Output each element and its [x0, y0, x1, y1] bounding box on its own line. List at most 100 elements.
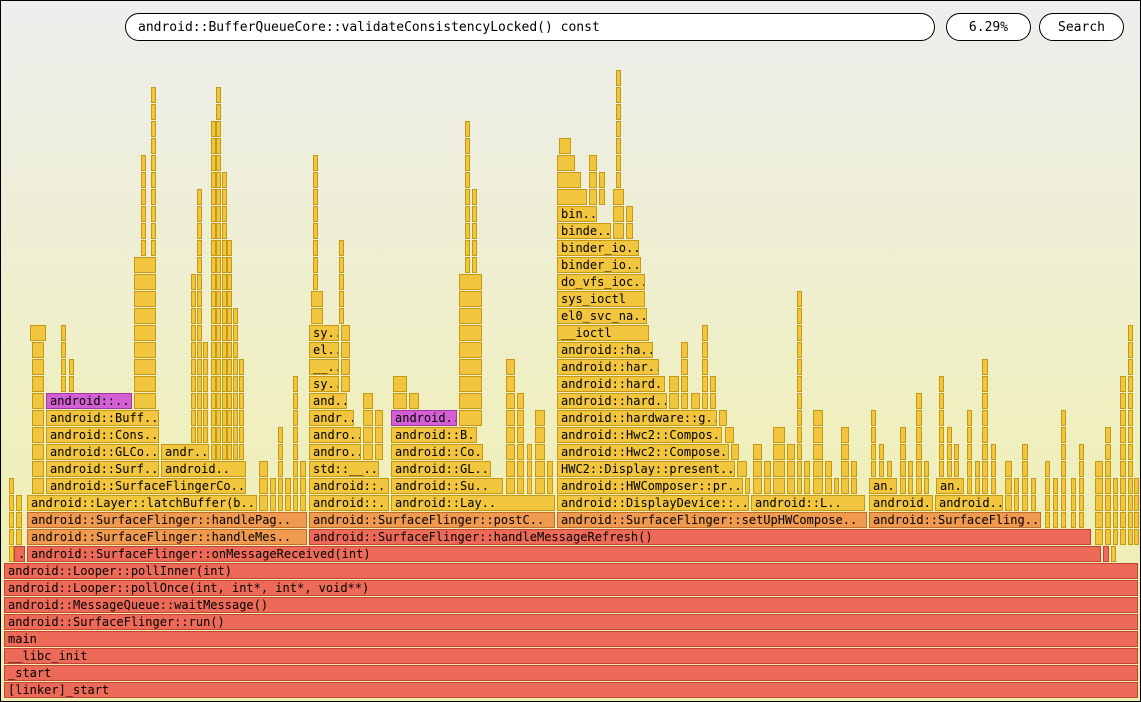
flame-frame[interactable] [300, 461, 306, 477]
flame-frame[interactable] [278, 495, 283, 511]
flame-frame[interactable] [1105, 478, 1111, 494]
flame-frame[interactable] [216, 274, 221, 290]
flame-frame[interactable] [313, 206, 318, 222]
flame-frame[interactable] [197, 291, 202, 307]
flame-frame[interactable] [613, 189, 624, 205]
flame-frame[interactable] [797, 393, 802, 409]
flame-frame[interactable]: binde.. [557, 223, 611, 239]
flame-frame[interactable] [599, 189, 605, 205]
flame-frame[interactable] [1128, 376, 1133, 392]
flame-frame[interactable] [197, 427, 202, 443]
flame-frame[interactable] [313, 223, 318, 239]
flame-frame[interactable] [472, 206, 477, 222]
flame-frame[interactable] [222, 223, 227, 239]
flame-frame[interactable] [32, 393, 44, 409]
flame-frame[interactable] [1103, 546, 1109, 562]
flame-frame[interactable] [1113, 478, 1118, 494]
flame-frame[interactable] [9, 512, 14, 528]
flame-frame[interactable] [939, 427, 944, 443]
flame-frame[interactable] [916, 427, 922, 443]
flame-frame[interactable] [191, 393, 196, 409]
flame-frame[interactable] [517, 461, 524, 477]
flame-frame[interactable] [1005, 461, 1012, 477]
flame-frame[interactable] [527, 444, 532, 460]
flame-frame[interactable] [1045, 461, 1050, 477]
flame-frame[interactable] [939, 410, 944, 426]
flame-frame[interactable] [527, 461, 532, 477]
flame-frame[interactable] [1134, 512, 1139, 528]
flame-frame[interactable] [616, 121, 621, 137]
flame-frame[interactable] [1134, 529, 1139, 545]
flame-frame[interactable] [227, 444, 232, 460]
flame-frame[interactable] [879, 461, 884, 477]
flame-frame[interactable] [982, 444, 988, 460]
flame-frame[interactable] [1095, 529, 1103, 545]
flame-frame[interactable] [841, 427, 849, 443]
flame-frame[interactable] [535, 410, 545, 426]
flame-frame[interactable] [459, 291, 482, 307]
flame-frame[interactable] [967, 444, 972, 460]
flame-frame[interactable] [900, 444, 906, 460]
flame-frame[interactable] [982, 359, 988, 375]
flame-frame[interactable] [773, 461, 785, 477]
flame-frame[interactable] [991, 461, 996, 477]
flame-frame[interactable] [1061, 444, 1066, 460]
flame-frame[interactable] [216, 257, 221, 273]
flame-frame[interactable] [216, 206, 221, 222]
flame-frame[interactable] [465, 257, 470, 273]
flame-frame[interactable] [871, 461, 876, 477]
flame-frame[interactable] [409, 393, 419, 409]
flame-frame[interactable] [227, 393, 232, 409]
flame-frame[interactable] [879, 444, 884, 460]
flame-frame[interactable] [982, 376, 988, 392]
flame-frame[interactable] [278, 444, 283, 460]
flame-frame[interactable]: android::.. [46, 393, 132, 409]
flame-frame[interactable] [472, 257, 477, 273]
flame-frame[interactable] [1128, 495, 1133, 511]
flame-frame[interactable] [967, 478, 972, 494]
flame-frame[interactable]: android::L.. [751, 495, 865, 511]
flame-frame[interactable] [459, 342, 482, 358]
flame-frame[interactable]: __.. [309, 359, 339, 375]
flame-frame[interactable] [313, 189, 318, 205]
flame-frame[interactable] [1061, 410, 1066, 426]
flame-frame[interactable] [787, 444, 795, 460]
flame-frame[interactable] [547, 478, 553, 494]
flame-frame[interactable]: android.. [869, 495, 933, 511]
flame-frame[interactable]: android.. [161, 461, 246, 477]
flame-frame[interactable] [1113, 529, 1118, 545]
flame-frame[interactable] [947, 461, 952, 477]
flame-frame[interactable]: android.. [391, 410, 457, 426]
flame-frame[interactable] [151, 87, 156, 103]
flame-frame[interactable] [259, 461, 268, 477]
flame-frame[interactable] [465, 206, 470, 222]
flame-frame[interactable] [834, 478, 839, 494]
flame-frame[interactable]: std::__.. [309, 461, 379, 477]
flame-frame[interactable] [982, 461, 988, 477]
flame-frame[interactable] [216, 104, 221, 120]
flame-frame[interactable] [216, 342, 221, 358]
flame-frame[interactable] [141, 206, 146, 222]
flame-frame[interactable] [341, 342, 350, 358]
flame-frame[interactable] [191, 359, 196, 375]
flame-frame[interactable] [557, 189, 587, 205]
flame-frame[interactable] [797, 410, 802, 426]
flame-frame[interactable] [191, 291, 196, 307]
flame-frame[interactable]: android::SurfaceFlinger::setUpHWCompose.… [557, 512, 867, 528]
flame-frame[interactable]: __libc_init [4, 648, 1138, 664]
flame-frame[interactable] [1079, 444, 1084, 460]
flame-frame[interactable] [151, 138, 156, 154]
flame-frame[interactable] [227, 376, 232, 392]
flame-frame[interactable] [557, 172, 581, 188]
flame-frame[interactable] [216, 359, 221, 375]
flame-frame[interactable] [691, 393, 700, 409]
flame-frame[interactable] [141, 240, 146, 256]
flame-frame[interactable] [197, 223, 202, 239]
flame-frame[interactable] [1061, 512, 1066, 528]
flame-frame[interactable] [341, 376, 350, 392]
flame-frame[interactable] [465, 189, 470, 205]
flame-frame[interactable] [134, 274, 156, 290]
flame-frame[interactable] [216, 87, 221, 103]
flame-frame[interactable] [32, 427, 44, 443]
flame-frame[interactable] [547, 461, 553, 477]
